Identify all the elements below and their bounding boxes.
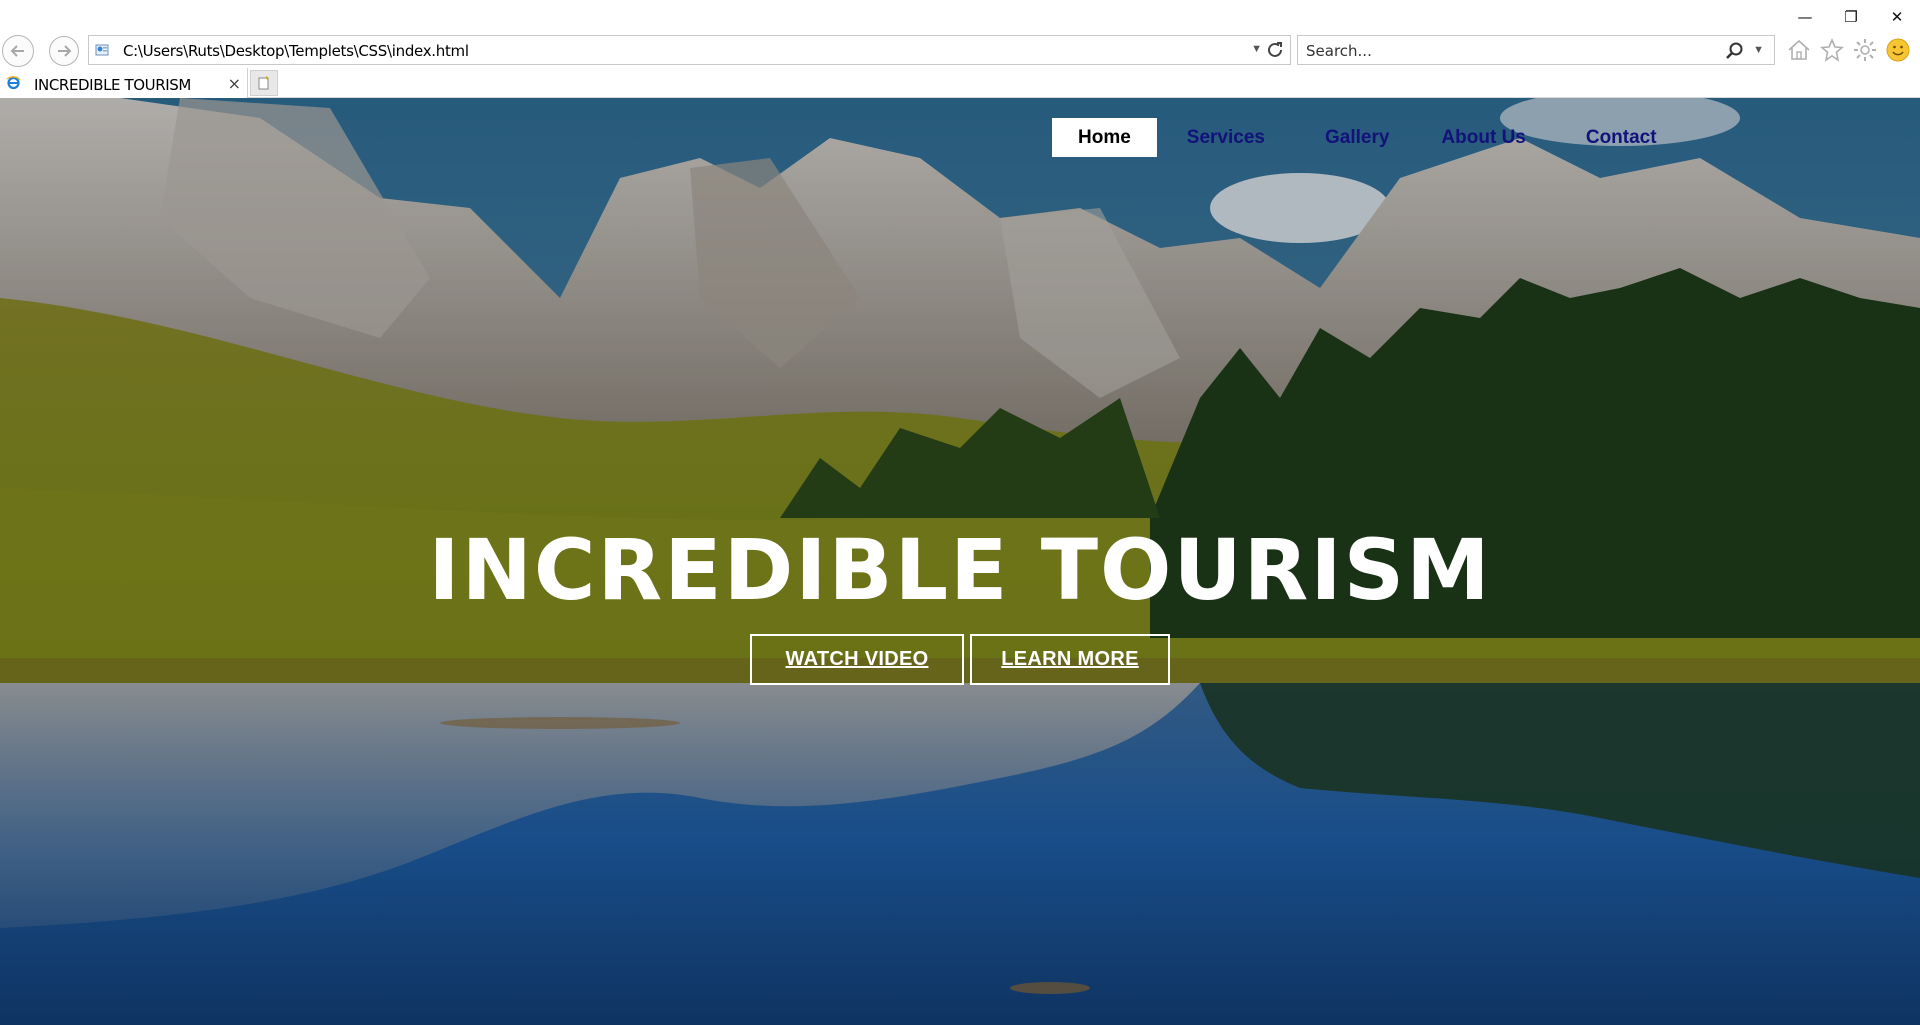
address-dropdown-icon[interactable]: ▼ [1251, 43, 1262, 55]
search-dropdown-icon[interactable]: ▼ [1753, 44, 1764, 56]
search-input[interactable] [1306, 41, 1706, 61]
address-bar[interactable]: C:\Users\Ruts\Desktop\Templets\CSS\index… [88, 35, 1291, 65]
feedback-button[interactable] [1884, 36, 1912, 64]
back-button[interactable] [2, 35, 34, 67]
window-controls: — ❐ ✕ [1782, 0, 1920, 34]
nav-about-us[interactable]: About Us [1415, 118, 1551, 157]
new-tab-button[interactable] [250, 70, 278, 96]
page-favicon-icon [95, 44, 109, 56]
hero-button-group: WATCH VIDEO LEARN MORE [750, 634, 1170, 685]
watch-video-button[interactable]: WATCH VIDEO [750, 634, 964, 685]
nav-services[interactable]: Services [1161, 118, 1291, 157]
back-arrow-icon [10, 45, 24, 57]
home-icon [1788, 39, 1810, 60]
nav-gallery[interactable]: Gallery [1299, 118, 1415, 157]
nav-contact[interactable]: Contact [1560, 118, 1683, 157]
search-box[interactable]: ▼ [1297, 35, 1775, 65]
forward-button[interactable] [49, 36, 79, 66]
tab-title: INCREDIBLE TOURISM [34, 76, 191, 94]
settings-button[interactable] [1851, 36, 1879, 64]
page-viewport: Home Services Gallery About Us Contact I… [0, 98, 1920, 1025]
gear-icon [1854, 39, 1876, 61]
close-button[interactable]: ✕ [1874, 0, 1920, 34]
restore-button[interactable]: ❐ [1828, 0, 1874, 34]
star-icon [1819, 37, 1845, 62]
forward-arrow-icon [58, 45, 72, 57]
site-navigation: Home Services Gallery About Us Contact [1052, 118, 1683, 157]
tab-incredible-tourism[interactable]: INCREDIBLE TOURISM × [0, 68, 248, 98]
favorites-button[interactable] [1818, 36, 1846, 64]
tab-bar: INCREDIBLE TOURISM × [0, 66, 1920, 98]
new-tab-icon [258, 76, 269, 90]
home-button[interactable] [1785, 36, 1813, 64]
smiley-icon [1886, 38, 1910, 62]
address-url[interactable]: C:\Users\Ruts\Desktop\Templets\CSS\index… [123, 42, 469, 60]
search-icon[interactable] [1724, 41, 1744, 61]
learn-more-button[interactable]: LEARN MORE [970, 634, 1170, 685]
minimize-button[interactable]: — [1782, 0, 1828, 34]
browser-chrome: — ❐ ✕ C:\Users\Ruts\Desktop\Templets\CSS… [0, 0, 1920, 98]
ie-favicon-icon [6, 76, 21, 90]
tab-close-icon[interactable]: × [228, 74, 241, 93]
hero-title: INCREDIBLE TOURISM [428, 521, 1492, 619]
refresh-icon[interactable] [1264, 39, 1286, 61]
nav-home[interactable]: Home [1052, 118, 1157, 157]
browser-navigation-row: C:\Users\Ruts\Desktop\Templets\CSS\index… [0, 34, 1920, 67]
